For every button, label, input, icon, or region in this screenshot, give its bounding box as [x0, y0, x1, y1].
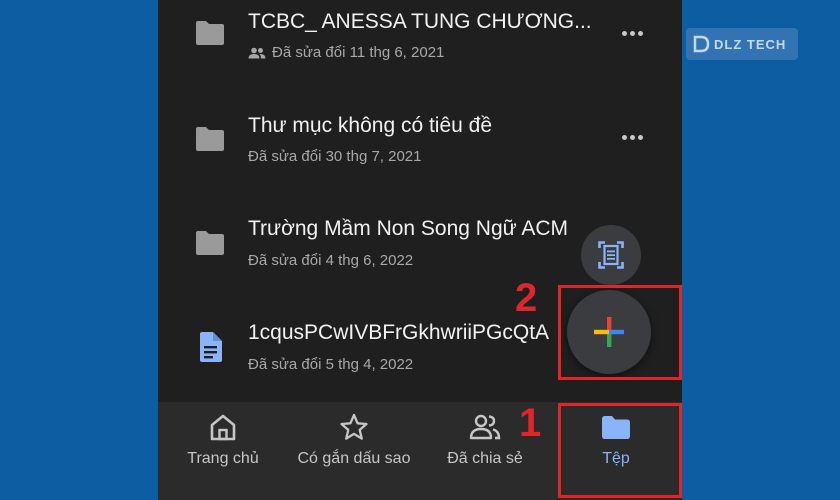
more-options-icon[interactable] [622, 31, 646, 39]
document-icon [200, 332, 222, 362]
step-number-1: 1 [519, 401, 542, 445]
home-icon [210, 414, 236, 441]
nav-starred[interactable]: Có gắn dấu sao [286, 402, 422, 500]
shared-people-icon [469, 414, 501, 440]
file-modified: Đã sửa đổi 4 thg 6, 2022 [248, 252, 414, 269]
highlight-new-button [558, 285, 682, 380]
folder-icon [196, 231, 224, 255]
file-title: Trường Mầm Non Song Ngữ ACM [248, 217, 569, 240]
file-modified: Đã sửa đổi 5 thg 4, 2022 [248, 356, 414, 373]
scan-document-icon [598, 241, 624, 269]
step-number-2: 2 [515, 276, 538, 320]
file-row[interactable]: TCBC_ ANESSA TUNG CHƯƠNG... Đã sửa đổi 1… [158, 0, 682, 86]
folder-icon [196, 21, 224, 45]
shared-people-icon [248, 47, 266, 58]
nav-home[interactable]: Trang chủ [168, 402, 278, 500]
file-title: 1cqusPCwIVBFrGkhwriiPGcQtA [248, 321, 550, 344]
file-modified: Đã sửa đổi 11 thg 6, 2021 [248, 44, 444, 61]
watermark-logo: DLZ TECH [686, 28, 798, 60]
file-title: TCBC_ ANESSA TUNG CHƯƠNG... [248, 10, 592, 33]
file-modified: Đã sửa đổi 30 thg 7, 2021 [248, 148, 422, 165]
file-title: Thư mục không có tiêu đề [248, 114, 493, 137]
scan-button[interactable] [581, 225, 641, 285]
highlight-files-tab [558, 403, 682, 498]
file-row[interactable]: Thư mục không có tiêu đề Đã sửa đổi 30 t… [158, 86, 682, 190]
star-icon [340, 413, 368, 440]
logo-icon [693, 35, 710, 53]
more-options-icon[interactable] [622, 135, 646, 143]
folder-icon [196, 127, 224, 151]
